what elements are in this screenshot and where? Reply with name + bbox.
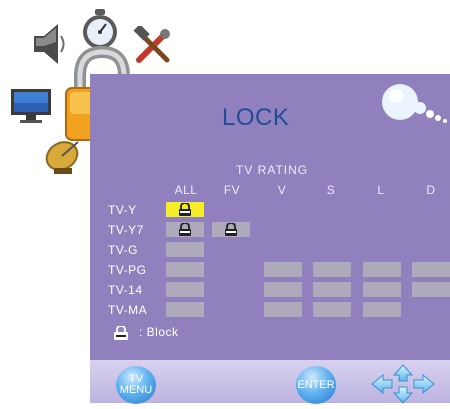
block-lock-icon	[179, 203, 191, 216]
satellite-dish-icon[interactable]	[44, 136, 84, 178]
tv-rating-label: TV RATING	[236, 163, 309, 177]
enter-button[interactable]: ENTER	[296, 366, 336, 404]
rating-cell-tv-pg-v[interactable]	[264, 262, 302, 277]
rating-cell-tv-ma-l[interactable]	[363, 302, 401, 317]
rating-cell-tv-y7-fv[interactable]	[212, 222, 250, 237]
column-header-v: V	[277, 183, 287, 197]
rating-cell-tv-ma-s[interactable]	[313, 302, 351, 317]
column-header-l: L	[377, 183, 385, 197]
enter-button-label: ENTER	[297, 378, 335, 391]
column-header-all: ALL	[174, 183, 198, 197]
row-label-tv-g: TV-G	[108, 243, 139, 257]
rating-cell-tv-pg-all[interactable]	[166, 262, 204, 277]
monitor-icon[interactable]	[10, 88, 52, 124]
directional-arrows-icon[interactable]	[370, 364, 436, 404]
row-label-tv-y7: TV-Y7	[108, 223, 144, 237]
rating-cell-tv-ma-v[interactable]	[264, 302, 302, 317]
page-title: LOCK	[222, 104, 290, 131]
row-label-tv-ma: TV-MA	[108, 303, 148, 317]
block-lock-icon	[179, 223, 191, 236]
column-header-d: D	[426, 183, 436, 197]
stopwatch-icon[interactable]	[80, 8, 120, 50]
column-header-s: S	[326, 183, 336, 197]
block-lock-icon	[225, 223, 237, 236]
rating-cell-tv-14-v[interactable]	[264, 282, 302, 297]
speaker-icon[interactable]	[32, 22, 68, 66]
rating-cell-tv-14-l[interactable]	[363, 282, 401, 297]
rating-cell-tv-14-d[interactable]	[412, 282, 450, 297]
block-legend-label: : Block	[139, 325, 179, 339]
tv-menu-button-line2: MENU	[119, 384, 153, 396]
rating-cell-tv-y-all[interactable]	[166, 202, 204, 217]
rating-cell-tv-g-all[interactable]	[166, 242, 204, 257]
tv-menu-button[interactable]: TV MENU	[116, 366, 156, 404]
rating-cell-tv-ma-all[interactable]	[166, 302, 204, 317]
row-label-tv-pg: TV-PG	[108, 263, 147, 277]
bubbles-decoration	[378, 80, 450, 136]
rating-cell-tv-pg-l[interactable]	[363, 262, 401, 277]
block-legend-lock-icon	[114, 326, 128, 340]
rating-cell-tv-pg-d[interactable]	[412, 262, 450, 277]
rating-cell-tv-y7-all[interactable]	[166, 222, 204, 237]
rating-cell-tv-pg-s[interactable]	[313, 262, 351, 277]
rating-cell-tv-14-all[interactable]	[166, 282, 204, 297]
row-label-tv-14: TV-14	[108, 283, 143, 297]
column-header-fv: FV	[223, 183, 241, 197]
row-label-tv-y: TV-Y	[108, 203, 137, 217]
rating-cell-tv-14-s[interactable]	[313, 282, 351, 297]
